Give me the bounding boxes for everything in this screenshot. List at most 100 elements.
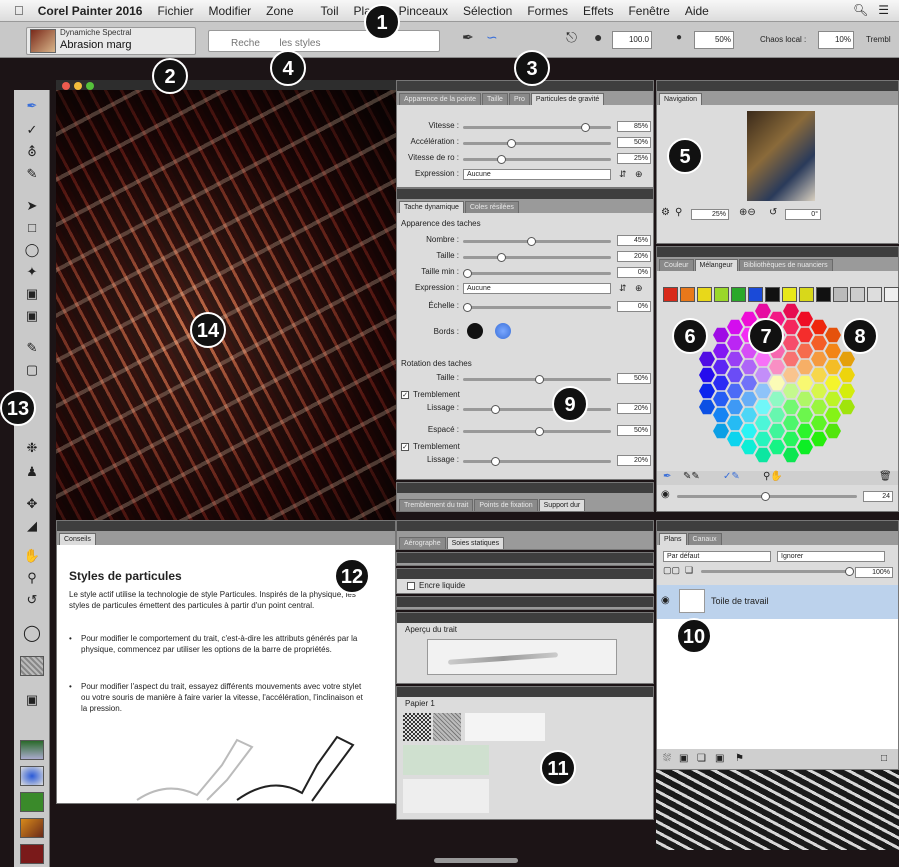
color-wheel-cell[interactable]: [825, 391, 841, 407]
color-wheel-cell[interactable]: [727, 399, 743, 415]
navigator-settings-icon[interactable]: ⚙: [661, 207, 670, 218]
list-icon[interactable]: ☰: [878, 3, 889, 17]
color-wheel-cell[interactable]: [769, 439, 785, 455]
nozzle-swatch[interactable]: [20, 792, 44, 812]
layer-commands-icon[interactable]: ⛆: [663, 753, 671, 764]
color-wheel-cell[interactable]: [783, 399, 799, 415]
taille-slider[interactable]: [463, 253, 611, 262]
color-wheel-cell[interactable]: [825, 423, 841, 439]
expression-select[interactable]: Aucune: [463, 169, 611, 180]
tab-gravity-particles[interactable]: Particules de gravité: [530, 93, 605, 105]
color-wheel-cell[interactable]: [811, 415, 827, 431]
color-wheel-cell[interactable]: [783, 431, 799, 447]
color-wheel-cell[interactable]: [741, 407, 757, 423]
rot-taille-value[interactable]: 50%: [617, 373, 651, 384]
color-wheel-cell[interactable]: [783, 367, 799, 383]
color-wheel-cell[interactable]: [797, 343, 813, 359]
pick-up-color-icon[interactable]: ❏: [685, 565, 693, 576]
tab-dynamic-spot[interactable]: Tache dynamique: [399, 201, 464, 213]
color-wheel-cell[interactable]: [755, 303, 771, 319]
zoom-field[interactable]: 25%: [691, 209, 729, 220]
color-wheel-cell[interactable]: [727, 335, 743, 351]
color-wheel-cell[interactable]: [839, 351, 855, 367]
color-wheel-cell[interactable]: [811, 383, 827, 399]
paint-bucket-icon[interactable]: ⛢: [22, 144, 42, 160]
lissage2-slider[interactable]: [463, 457, 611, 466]
color-wheel-cell[interactable]: [797, 423, 813, 439]
rot-taille-slider[interactable]: [463, 375, 611, 384]
tab-size[interactable]: Taille: [482, 93, 508, 105]
color-wheel-cell[interactable]: [797, 407, 813, 423]
mixer-swatch[interactable]: [799, 287, 814, 302]
rotate-icon[interactable]: ↺: [769, 207, 777, 218]
taille-value[interactable]: 20%: [617, 251, 651, 262]
paper-thumb-selected[interactable]: [403, 745, 489, 775]
layer-opacity-slider[interactable]: [701, 567, 854, 576]
trash-icon[interactable]: □: [881, 753, 887, 764]
mixer-knife-icon[interactable]: ✎✎: [683, 471, 700, 482]
color-wheel-cell[interactable]: [783, 303, 799, 319]
mixer-swatch[interactable]: [816, 287, 831, 302]
color-wheel-cell[interactable]: [839, 383, 855, 399]
lasso-icon[interactable]: ◯: [22, 242, 42, 258]
menu-zone[interactable]: Zone: [266, 4, 293, 18]
dropper-icon[interactable]: ✓: [22, 122, 42, 138]
color-wheel-cell[interactable]: [811, 431, 827, 447]
magnifier-icon[interactable]: ⚲: [22, 570, 42, 586]
tab-pro[interactable]: Pro: [508, 93, 530, 105]
trash-icon[interactable]: 🗑︎: [879, 471, 892, 482]
screen-mode-icon[interactable]: ▣: [22, 692, 42, 708]
brush-tool-icon[interactable]: ✒: [22, 98, 42, 114]
look-swatch[interactable]: [20, 818, 44, 838]
color-wheel-cell[interactable]: [741, 423, 757, 439]
paper-thumb[interactable]: [433, 713, 461, 741]
tab-anchor-points[interactable]: Points de fixation: [474, 499, 538, 511]
rotate-page-icon[interactable]: ↺: [22, 592, 42, 608]
mixer-swatch[interactable]: [850, 287, 865, 302]
color-wheel-cell[interactable]: [755, 431, 771, 447]
espace-slider[interactable]: [463, 427, 611, 436]
tab-color-sets[interactable]: Bibliothèques de nuanciers: [738, 259, 833, 271]
menu-app-name[interactable]: Corel Painter 2016: [38, 4, 143, 18]
mixer-swatch[interactable]: [782, 287, 797, 302]
color-wheel-cell[interactable]: [741, 391, 757, 407]
zoom-window-icon[interactable]: [86, 82, 94, 90]
color-wheel-cell[interactable]: [713, 359, 729, 375]
acceleration-slider[interactable]: [463, 139, 611, 148]
echelle-slider[interactable]: [463, 303, 611, 312]
close-window-icon[interactable]: [62, 82, 70, 90]
mixer-size-value[interactable]: 24: [863, 491, 893, 502]
color-wheel-cell[interactable]: [713, 407, 729, 423]
pen-icon[interactable]: ✎: [22, 340, 42, 356]
color-wheel-cell[interactable]: [741, 439, 757, 455]
eraser-icon[interactable]: ⎋: [566, 29, 577, 46]
brush-search-input[interactable]: [208, 30, 440, 52]
stamp-icon[interactable]: ♟: [22, 464, 42, 480]
menu-aide[interactable]: Aide: [685, 4, 709, 18]
direction-icon[interactable]: ⊕: [635, 169, 643, 180]
color-wheel-cell[interactable]: [783, 447, 799, 463]
acceleration-value[interactable]: 50%: [617, 137, 651, 148]
trem2-checkbox[interactable]: ✓: [401, 443, 409, 451]
apple-menu-icon[interactable]: : [14, 3, 24, 18]
menu-toile[interactable]: Toil: [321, 4, 339, 18]
color-wheel-cell[interactable]: [727, 351, 743, 367]
color-wheel-cell[interactable]: [699, 399, 715, 415]
grain-field[interactable]: 50%: [694, 31, 734, 49]
color-wheel-cell[interactable]: [811, 367, 827, 383]
navigator-thumbnail[interactable]: [747, 111, 815, 201]
color-wheel-cell[interactable]: [699, 351, 715, 367]
tab-hard-media[interactable]: Support dur: [538, 499, 586, 511]
paper-thumb[interactable]: [403, 713, 431, 741]
mixer-swatch[interactable]: [680, 287, 695, 302]
hard-edge-icon[interactable]: [467, 323, 483, 339]
mixer-swatch[interactable]: [867, 287, 882, 302]
mixer-swatch[interactable]: [765, 287, 780, 302]
color-wheel-cell[interactable]: [699, 367, 715, 383]
mixer-brush-icon[interactable]: ✒: [663, 471, 671, 482]
menu-fenetre[interactable]: Fenêtre: [628, 4, 669, 18]
rect-select-icon[interactable]: □: [22, 220, 42, 236]
color-wheel-cell[interactable]: [741, 375, 757, 391]
tab-stroke-jitter[interactable]: Tremblement du trait: [399, 499, 474, 511]
color-wheel-cell[interactable]: [699, 383, 715, 399]
